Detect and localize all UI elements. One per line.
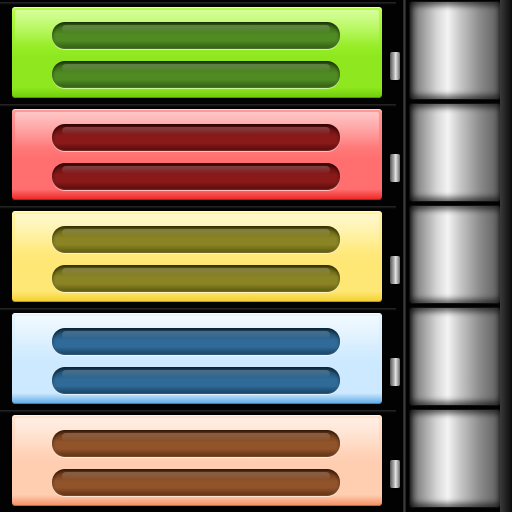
stacked-panels-scene bbox=[0, 0, 512, 512]
panel-divider bbox=[403, 0, 406, 512]
panel-yellow-slot-bottom[interactable] bbox=[52, 265, 340, 292]
scroll-drum-segment[interactable] bbox=[410, 206, 500, 303]
row-separator bbox=[0, 308, 396, 311]
panel-blue-slot-top[interactable] bbox=[52, 328, 340, 355]
panel-red-handle[interactable] bbox=[390, 154, 400, 182]
panel-red-slot-bottom[interactable] bbox=[52, 163, 340, 190]
row-separator bbox=[0, 2, 396, 5]
scroll-drum-segment[interactable] bbox=[410, 2, 500, 99]
drum-edge bbox=[500, 0, 512, 512]
panel-green-handle[interactable] bbox=[390, 52, 400, 80]
scroll-drum-segment[interactable] bbox=[410, 410, 500, 507]
scroll-drum-segment[interactable] bbox=[410, 308, 500, 405]
row-separator bbox=[0, 104, 396, 107]
panel-green-slot-top[interactable] bbox=[52, 22, 340, 49]
panel-green[interactable] bbox=[12, 7, 382, 98]
row-separator bbox=[0, 206, 396, 209]
panel-yellow-handle[interactable] bbox=[390, 256, 400, 284]
panel-orange[interactable] bbox=[12, 415, 382, 506]
panel-blue-slot-bottom[interactable] bbox=[52, 367, 340, 394]
panel-yellow[interactable] bbox=[12, 211, 382, 302]
panel-yellow-slot-top[interactable] bbox=[52, 226, 340, 253]
panel-orange-slot-bottom[interactable] bbox=[52, 469, 340, 496]
panel-red[interactable] bbox=[12, 109, 382, 200]
panel-blue[interactable] bbox=[12, 313, 382, 404]
panel-green-slot-bottom[interactable] bbox=[52, 61, 340, 88]
panel-red-slot-top[interactable] bbox=[52, 124, 340, 151]
row-separator bbox=[0, 410, 396, 413]
panel-blue-handle[interactable] bbox=[390, 358, 400, 386]
panel-orange-handle[interactable] bbox=[390, 460, 400, 488]
scroll-drum-segment[interactable] bbox=[410, 104, 500, 201]
panel-orange-slot-top[interactable] bbox=[52, 430, 340, 457]
